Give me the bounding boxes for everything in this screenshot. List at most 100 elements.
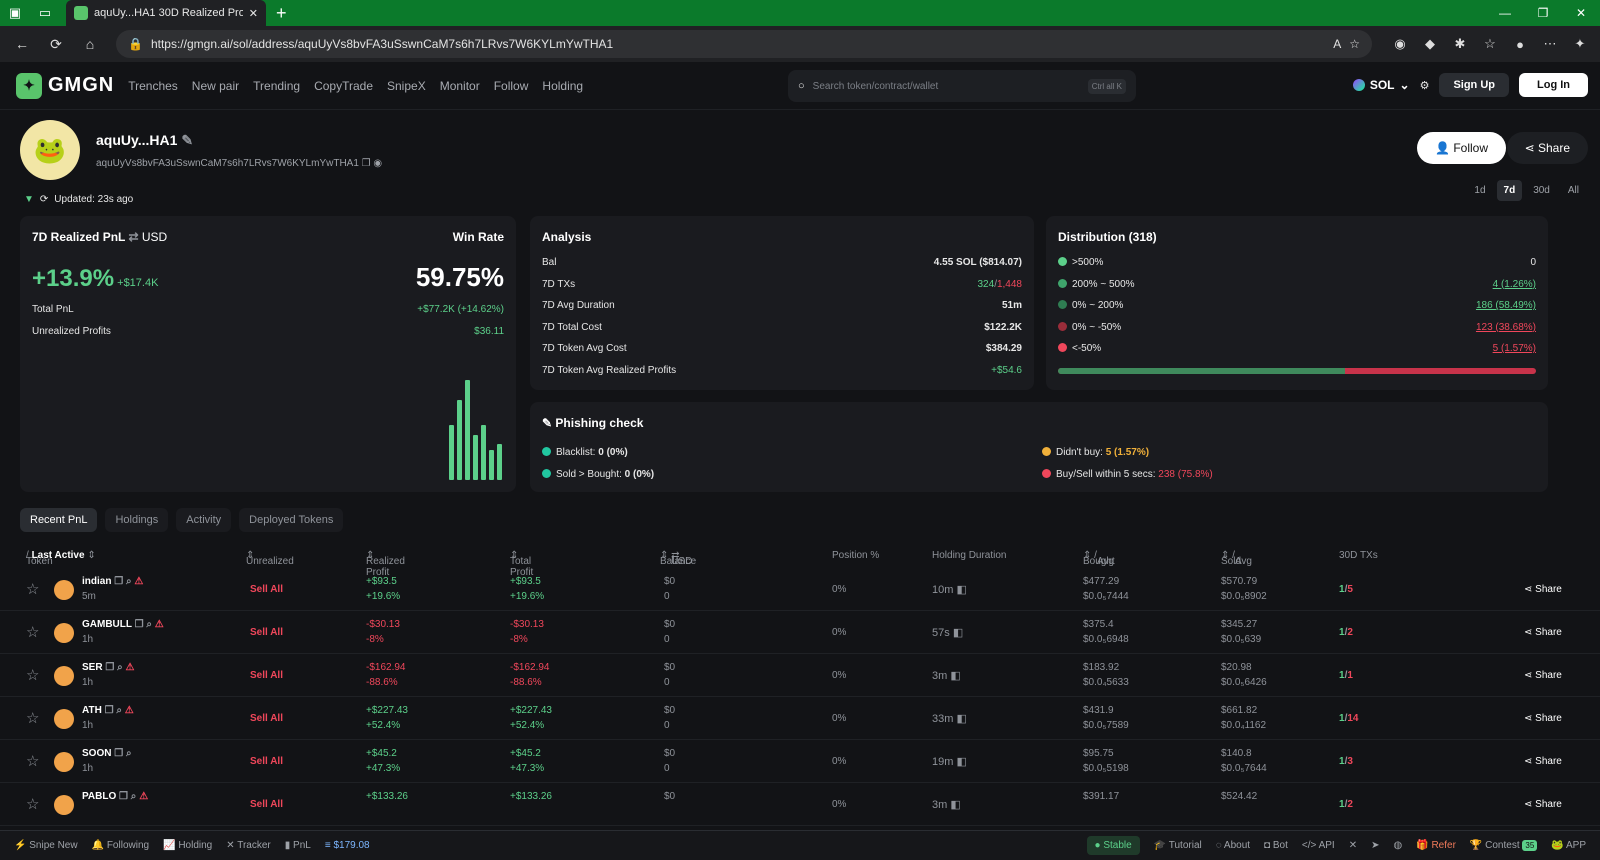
tab-holdings[interactable]: Holdings bbox=[105, 508, 169, 532]
copy-icon[interactable]: ❐ bbox=[135, 619, 144, 630]
dist-value[interactable]: 123 (38.68%) bbox=[1476, 322, 1536, 333]
log-in-button[interactable]: Log In bbox=[1519, 73, 1588, 97]
tab-actions-icon[interactable]: ▭ bbox=[30, 0, 60, 26]
sell-all-button[interactable]: Sell All bbox=[250, 627, 283, 638]
maximize-button[interactable]: ❐ bbox=[1524, 0, 1562, 26]
sign-up-button[interactable]: Sign Up bbox=[1439, 73, 1509, 97]
copilot-icon[interactable]: ✦ bbox=[1568, 32, 1592, 56]
currency-label[interactable]: USD bbox=[142, 230, 167, 244]
extension-icon[interactable]: ◆ bbox=[1418, 32, 1442, 56]
sell-all-button[interactable]: Sell All bbox=[250, 584, 283, 595]
x-icon[interactable]: ✕ bbox=[1349, 840, 1357, 851]
search-icon[interactable]: ⌕ bbox=[117, 662, 123, 673]
refresh-icon[interactable]: ⟳ bbox=[40, 194, 48, 205]
back-icon[interactable]: ← bbox=[8, 31, 36, 57]
row-share-button[interactable]: ⋖ Share bbox=[1524, 756, 1562, 767]
col-total[interactable]: Total Profit ⇕ bbox=[510, 550, 533, 578]
footer-about[interactable]: ◌ About bbox=[1216, 840, 1250, 851]
search-icon[interactable]: ⌕ bbox=[126, 748, 132, 759]
footer-bot[interactable]: ◘ Bot bbox=[1264, 840, 1288, 851]
footer-tutorial[interactable]: 🎓 Tutorial bbox=[1154, 840, 1202, 851]
currency-toggle-icon[interactable]: ⇄ bbox=[128, 230, 138, 244]
chain-selector[interactable]: SOL ⌄ bbox=[1352, 78, 1410, 92]
footer-snipe-new[interactable]: ⚡ Snipe New bbox=[14, 840, 78, 851]
copy-icon[interactable]: ❐ bbox=[105, 705, 114, 716]
period-30d[interactable]: 30d bbox=[1526, 180, 1557, 201]
star-icon[interactable]: ☆ bbox=[26, 666, 39, 684]
extension-icon[interactable]: ◉ bbox=[1388, 32, 1412, 56]
footer-pnl[interactable]: ▮ PnL bbox=[285, 840, 311, 851]
logo[interactable]: ✦ GMGN bbox=[16, 72, 114, 99]
row-share-button[interactable]: ⋖ Share bbox=[1524, 627, 1562, 638]
footer-following[interactable]: 🔔 Following bbox=[92, 840, 149, 851]
refresh-icon[interactable]: ⟳ bbox=[42, 31, 70, 57]
minimize-button[interactable]: — bbox=[1486, 0, 1524, 26]
footer-app[interactable]: 🐸 APP bbox=[1551, 840, 1586, 851]
token-name-text[interactable]: GAMBULL bbox=[82, 619, 132, 630]
token-name-text[interactable]: SER bbox=[82, 662, 103, 673]
footer-tracker[interactable]: ✕ Tracker bbox=[226, 840, 271, 851]
workspaces-icon[interactable]: ▣ bbox=[0, 0, 30, 26]
nav-link[interactable]: New pair bbox=[192, 79, 239, 93]
table-row[interactable]: ☆ SOON ❐ ⌕ 1h Sell All +$45.2 +47.3% +$4… bbox=[0, 740, 1600, 783]
nav-link[interactable]: CopyTrade bbox=[314, 79, 373, 93]
sell-all-button[interactable]: Sell All bbox=[250, 799, 283, 810]
sell-all-button[interactable]: Sell All bbox=[250, 713, 283, 724]
search-icon[interactable]: ⌕ bbox=[146, 619, 152, 630]
nav-link[interactable]: SnipeX bbox=[387, 79, 426, 93]
star-icon[interactable]: ☆ bbox=[26, 623, 39, 641]
browser-tab-active[interactable]: aquUy...HA1 30D Realized Profit ✕ bbox=[66, 0, 266, 26]
tab-activity[interactable]: Activity bbox=[176, 508, 232, 532]
token-name-text[interactable]: PABLO bbox=[82, 791, 116, 802]
favorites-icon[interactable]: ☆ bbox=[1478, 32, 1502, 56]
edit-icon[interactable]: ✎ bbox=[181, 132, 193, 148]
url-field[interactable]: 🔒 https://gmgn.ai/sol/address/aquUyVs8bv… bbox=[116, 30, 1372, 58]
table-row[interactable]: ☆ ATH ❐ ⌕ ⚠ 1h Sell All +$227.43 +52.4% … bbox=[0, 697, 1600, 740]
token-name-text[interactable]: SOON bbox=[82, 748, 111, 759]
search-input[interactable]: ○ Search token/contract/wallet Ctrl all … bbox=[788, 70, 1136, 102]
footer-refer[interactable]: 🎁 Refer bbox=[1416, 840, 1456, 851]
dist-value[interactable]: 5 (1.57%) bbox=[1493, 343, 1536, 354]
footer-contest[interactable]: 🏆 Contest 35 bbox=[1470, 840, 1538, 851]
footer-api[interactable]: </> API bbox=[1302, 840, 1335, 851]
row-share-button[interactable]: ⋖ Share bbox=[1524, 799, 1562, 810]
tab-recent-pnl[interactable]: Recent PnL bbox=[20, 508, 98, 532]
home-icon[interactable]: ⌂ bbox=[76, 31, 104, 57]
star-icon[interactable]: ☆ bbox=[26, 752, 39, 770]
row-share-button[interactable]: ⋖ Share bbox=[1524, 584, 1562, 595]
copy-icon[interactable]: ❐ bbox=[114, 576, 123, 587]
nav-link[interactable]: Monitor bbox=[440, 79, 480, 93]
table-row[interactable]: ☆ indian ❐ ⌕ ⚠ 5m Sell All +$93.5 +19.6%… bbox=[0, 568, 1600, 611]
share-button[interactable]: ⋖ Share bbox=[1506, 132, 1588, 164]
period-7d[interactable]: 7d bbox=[1496, 180, 1523, 201]
star-icon[interactable]: ☆ bbox=[26, 709, 39, 727]
table-row[interactable]: ☆ GAMBULL ❐ ⌕ ⚠ 1h Sell All -$30.13 -8% … bbox=[0, 611, 1600, 654]
favorite-star-icon[interactable]: ☆ bbox=[1349, 37, 1360, 51]
nav-link[interactable]: Holding bbox=[542, 79, 583, 93]
period-1d[interactable]: 1d bbox=[1467, 180, 1492, 201]
star-icon[interactable]: ☆ bbox=[26, 795, 39, 813]
token-name-text[interactable]: ATH bbox=[82, 705, 102, 716]
tab-close-icon[interactable]: ✕ bbox=[249, 7, 258, 20]
puzzle-icon[interactable]: ✱ bbox=[1448, 32, 1472, 56]
copy-icon[interactable]: ❐ bbox=[114, 748, 123, 759]
nav-link[interactable]: Trending bbox=[253, 79, 300, 93]
col-unrealized[interactable]: Unrealized ⇕ bbox=[246, 550, 294, 567]
col-bought[interactable]: Bought ⇕ / Avg bbox=[1083, 550, 1115, 567]
search-icon[interactable]: ⌕ bbox=[116, 705, 122, 716]
follow-button[interactable]: 👤 Follow bbox=[1417, 132, 1506, 164]
col-balance[interactable]: Balance ⇕ USD ⇄ bbox=[660, 550, 696, 567]
telegram-icon[interactable]: ➤ bbox=[1371, 840, 1379, 851]
copy-icon[interactable]: ❐ bbox=[119, 791, 128, 802]
token-name-text[interactable]: indian bbox=[82, 576, 111, 587]
search-icon[interactable]: ⌕ bbox=[131, 791, 137, 802]
tab-deployed-tokens[interactable]: Deployed Tokens bbox=[239, 508, 344, 532]
dist-value[interactable]: 4 (1.26%) bbox=[1493, 279, 1536, 290]
copy-icon[interactable]: ❐ bbox=[362, 158, 371, 169]
more-icon[interactable]: ⋯ bbox=[1538, 32, 1562, 56]
table-row[interactable]: ☆ PABLO ❐ ⌕ ⚠ Sell All +$133.26 +$133.26… bbox=[0, 783, 1600, 826]
stable-status[interactable]: ● Stable bbox=[1086, 836, 1140, 855]
row-share-button[interactable]: ⋖ Share bbox=[1524, 670, 1562, 681]
discord-icon[interactable]: ◍ bbox=[1393, 840, 1402, 851]
footer-holding[interactable]: 📈 Holding bbox=[163, 840, 212, 851]
